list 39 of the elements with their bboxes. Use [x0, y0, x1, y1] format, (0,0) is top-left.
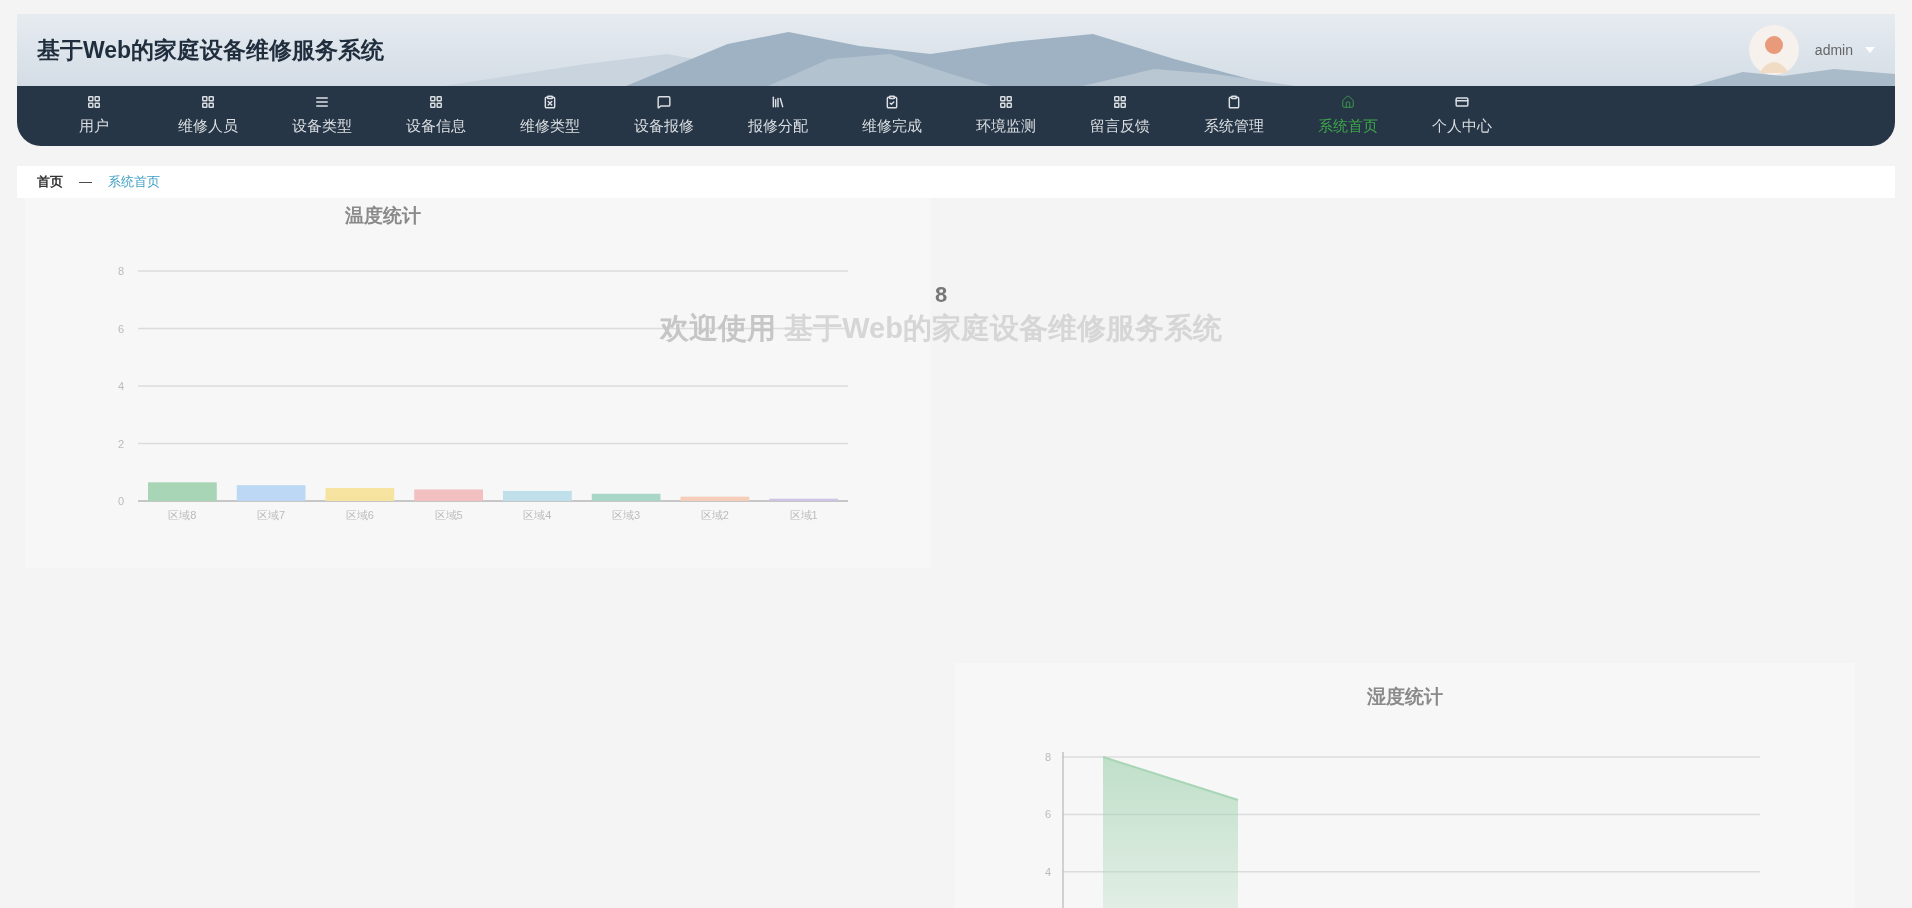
y-tick-label: 8: [1044, 750, 1051, 763]
dropdown-icon[interactable]: [1865, 47, 1875, 53]
grid-icon: [87, 94, 101, 109]
clipboard-check-icon: [885, 94, 899, 109]
nav-item[interactable]: 维修完成: [835, 86, 949, 146]
nav-item[interactable]: 个人中心: [1405, 86, 1519, 146]
nav-item[interactable]: 环境监测: [949, 86, 1063, 146]
home-icon: [1341, 94, 1355, 109]
nav-item[interactable]: 设备报修: [607, 86, 721, 146]
breadcrumb-home[interactable]: 首页: [37, 172, 63, 192]
list-icon: [315, 94, 329, 109]
nav-item[interactable]: 留言反馈: [1063, 86, 1177, 146]
nav-item[interactable]: 设备信息: [379, 86, 493, 146]
nav-item[interactable]: 系统首页: [1291, 86, 1405, 146]
y-tick-label: 4: [1044, 865, 1051, 878]
grid-icon: [201, 94, 215, 109]
nav-item[interactable]: 设备类型: [265, 86, 379, 146]
avatar[interactable]: [1748, 25, 1799, 75]
y-tick-label: 8: [117, 264, 124, 277]
nav-item[interactable]: 用户: [37, 86, 151, 146]
grid-icon: [429, 94, 443, 109]
username[interactable]: admin: [1814, 39, 1853, 61]
breadcrumb-separator: —: [79, 173, 92, 192]
y-tick-label: 4: [117, 379, 124, 392]
grid-icon: [1113, 94, 1127, 109]
nav-item[interactable]: 维修类型: [493, 86, 607, 146]
chart-title: 温度统计: [344, 204, 421, 228]
stat-number: 8: [934, 281, 948, 309]
clipboard-icon: [543, 94, 557, 109]
nav-item[interactable]: 系统管理: [1177, 86, 1291, 146]
grid-icon: [999, 94, 1013, 109]
site-title: 基于Web的家庭设备维修服务系统: [37, 35, 385, 65]
nav-item[interactable]: 报修分配: [721, 86, 835, 146]
nav-item[interactable]: 维修人员: [151, 86, 265, 146]
card-icon: [1455, 94, 1469, 109]
chart-title: 湿度统计: [1367, 685, 1443, 709]
books-icon: [771, 94, 785, 109]
clipboard-icon: [1227, 94, 1241, 109]
chat-icon: [657, 94, 671, 109]
